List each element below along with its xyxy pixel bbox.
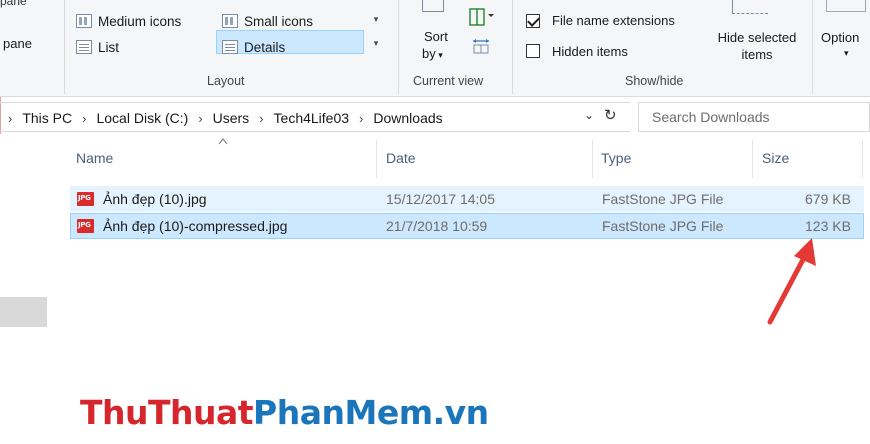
medium-icons-option[interactable]: Medium icons [76,10,181,32]
hide-selected-icon [732,0,768,14]
medium-icons-icon [76,14,92,28]
pane-top-label: pane [0,0,27,8]
file-size: 679 KB [805,191,851,207]
size-columns-to-fit-icon[interactable] [472,36,490,54]
file-row[interactable]: JPG Ảnh đẹp (10)-compressed.jpg 21/7/201… [70,213,864,239]
column-header-name[interactable]: Name [76,140,376,178]
hidden-items-label: Hidden items [552,44,628,59]
medium-icons-label: Medium icons [98,13,182,29]
column-divider[interactable] [752,140,753,178]
sort-by-line2: by [422,46,436,61]
options-button[interactable]: Option [821,30,859,45]
watermark-logo: ThuThuatPhanMem.vn [80,393,489,432]
search-input[interactable]: Search Downloads [638,102,870,132]
layout-scroll-down-icon[interactable]: ▾ [368,14,384,25]
list-icon [76,40,92,54]
chevron-right-icon[interactable]: › [359,111,363,126]
layout-more-icon[interactable]: ▾ [368,38,384,49]
annotation-arrow-icon [767,238,816,325]
show-hide-group-label: Show/hide [625,74,684,88]
sort-by-line1[interactable]: Sort [424,29,448,44]
layout-group-label: Layout [207,74,245,88]
options-icon [826,0,866,12]
watermark-part2: PhanMem [253,393,433,432]
sort-by-icon [422,0,444,12]
column-header-date[interactable]: Date [386,140,592,178]
file-name: Ảnh đẹp (10)-compressed.jpg [103,218,288,234]
column-header-size[interactable]: Size [762,140,862,178]
file-name: Ảnh đẹp (10).jpg [103,191,207,207]
jpg-file-icon: JPG [77,219,94,233]
watermark-part3: .vn [432,393,490,432]
breadcrumb-this-pc[interactable]: This PC [22,110,72,126]
small-icons-icon [222,14,238,28]
jpg-file-icon-text: JPG [78,221,91,229]
column-divider[interactable] [592,140,593,178]
details-label: Details [244,39,286,55]
list-option[interactable]: List [76,36,119,58]
hide-selected-line1[interactable]: Hide selected [707,30,807,45]
watermark-part1: ThuThuat [80,393,254,432]
refresh-icon[interactable]: ↻ [604,106,617,124]
navigation-pane[interactable] [0,134,48,444]
chevron-right-icon[interactable]: › [82,111,86,126]
chevron-right-icon[interactable]: › [259,111,263,126]
file-type: FastStone JPG File [602,218,724,234]
ribbon-view-tab: pane pane Medium icons Small icons List … [0,0,870,97]
hidden-items-checkbox[interactable] [526,44,540,58]
details-option[interactable]: Details [222,36,285,58]
ribbon-separator [64,0,65,94]
ribbon-separator [812,0,813,94]
breadcrumb-user-folder[interactable]: Tech4Life03 [274,110,350,126]
jpg-file-icon-text: JPG [78,194,91,202]
chevron-down-icon[interactable]: ▾ [844,48,849,59]
small-icons-option[interactable]: Small icons [222,10,313,32]
file-date: 15/12/2017 14:05 [386,191,495,207]
breadcrumb: › This PC › Local Disk (C:) › Users › Te… [8,101,443,135]
ribbon-separator [512,0,513,94]
details-icon [222,40,238,54]
column-divider[interactable] [862,140,863,178]
chevron-right-icon[interactable]: › [8,111,12,126]
chevron-down-icon: ▾ [435,50,443,60]
file-name-extensions-checkbox[interactable] [526,14,540,28]
file-date: 21/7/2018 10:59 [386,218,488,234]
breadcrumb-local-disk[interactable]: Local Disk (C:) [96,110,188,126]
breadcrumb-users[interactable]: Users [213,110,250,126]
add-columns-icon[interactable] [468,6,496,28]
file-size: 123 KB [805,218,851,234]
sort-by-button[interactable]: by ▾ [422,46,443,61]
navigation-pane-selected-item[interactable] [0,297,47,327]
list-label: List [98,39,120,55]
ribbon-separator [398,0,399,94]
column-header-type[interactable]: Type [601,140,746,178]
hide-selected-line2[interactable]: items [707,47,807,62]
small-icons-label: Small icons [244,13,314,29]
file-name-extensions-label: File name extensions [552,13,675,28]
address-dropdown-icon[interactable]: ⌄ [584,108,594,122]
search-placeholder: Search Downloads [652,109,770,125]
breadcrumb-downloads[interactable]: Downloads [373,110,442,126]
current-view-group-label: Current view [413,74,484,88]
preview-pane-button[interactable]: pane [3,36,32,51]
file-type: FastStone JPG File [602,191,724,207]
file-row[interactable]: JPG Ảnh đẹp (10).jpg 15/12/2017 14:05 Fa… [70,186,864,212]
jpg-file-icon: JPG [77,192,94,206]
column-divider[interactable] [376,140,377,178]
chevron-right-icon[interactable]: › [198,111,202,126]
